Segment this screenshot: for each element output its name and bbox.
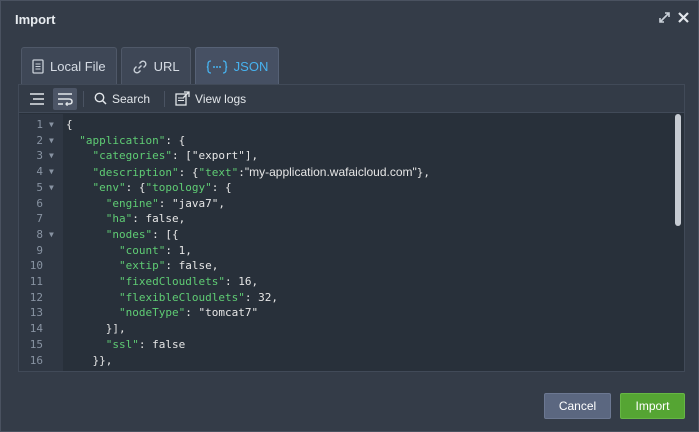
code-line: 11 "fixedCloudlets": 16,: [19, 274, 679, 290]
code-text: "extip": false,: [118, 259, 219, 273]
code-line: 4 ▼ "description": {"text":"my-applicatio…: [19, 164, 679, 180]
code-text: "nodeType": "tomcat7": [118, 306, 259, 320]
code-text: "application": {: [79, 133, 186, 147]
link-icon: [133, 59, 147, 74]
code-text: "nodes": [{: [105, 227, 179, 241]
code-line: 16 }},: [19, 353, 679, 369]
search-icon: [94, 92, 107, 105]
expand-icon[interactable]: [658, 11, 671, 24]
fold-toggle-icon[interactable]: ▼: [49, 164, 54, 180]
line-number: 9: [36, 243, 43, 257]
code-text: "fixedCloudlets": 16,: [118, 275, 259, 288]
line-number: 3: [36, 149, 43, 163]
close-icon[interactable]: [677, 11, 690, 24]
line-number: 11: [29, 275, 43, 288]
fold-toggle-icon[interactable]: ▼: [49, 148, 54, 164]
line-number: 2: [36, 133, 43, 147]
line-number: 8: [36, 227, 43, 241]
code-text: {: [66, 118, 73, 131]
line-number: 7: [36, 212, 43, 226]
tab-local-file-label: Local File: [50, 59, 106, 74]
format-button[interactable]: [25, 88, 49, 110]
import-button[interactable]: Import: [620, 393, 685, 419]
align-lines-icon: [30, 92, 44, 105]
line-number: 1: [36, 118, 43, 131]
view-logs-button-label: View logs: [195, 91, 247, 106]
code-line: 7 "ha": false,: [19, 211, 679, 227]
code-line: 2 ▼ "application": {: [19, 133, 679, 149]
code-line: 6 "engine": "java7",: [19, 196, 679, 212]
dialog-titlebar: Import: [1, 1, 698, 37]
cancel-button[interactable]: Cancel: [544, 393, 611, 419]
code-text: "count": 1,: [118, 243, 192, 257]
line-number: 14: [29, 322, 43, 336]
toolbar-divider: [83, 90, 84, 107]
json-braces-icon: [206, 59, 227, 74]
line-number: 10: [29, 259, 43, 273]
code-text: "engine": "java7",: [105, 196, 225, 210]
search-button[interactable]: Search: [90, 88, 154, 110]
code-line: 10 "extip": false,: [19, 258, 679, 274]
view-logs-button[interactable]: View logs: [171, 88, 250, 110]
line-number: 4: [36, 165, 43, 179]
line-number: 5: [36, 180, 43, 194]
line-number: 6: [36, 196, 43, 210]
code-line: 3 ▼ "categories": ["export"],: [19, 148, 679, 164]
code-line: 1 ▼ {: [19, 117, 679, 133]
code-text: }},: [66, 353, 113, 367]
code-text: "ha": false,: [105, 212, 186, 226]
code-area[interactable]: 1 ▼ {2 ▼ "application": { 3 ▼ "categories": […: [19, 114, 684, 371]
editor-toolbar: Search View logs: [19, 85, 684, 113]
import-source-tabs: Local File URL JSON: [21, 47, 280, 85]
wrap-lines-button[interactable]: [53, 87, 77, 110]
window-controls: [658, 11, 690, 24]
fold-toggle-icon[interactable]: ▼: [49, 227, 54, 243]
tab-json-label: JSON: [233, 59, 269, 74]
line-number: 15: [29, 337, 43, 351]
import-dialog: Import Local File URL JSON Search View l…: [0, 0, 699, 432]
line-number: 13: [29, 306, 43, 320]
code-line: 13 "nodeType": "tomcat7": [19, 305, 679, 321]
code-line: 12 "flexibleCloudlets": 32,: [19, 290, 679, 306]
line-number: 12: [29, 290, 43, 304]
dialog-title: Import: [15, 12, 56, 27]
document-icon: [32, 59, 44, 74]
code-text: "env": {"topology": {: [92, 180, 232, 194]
code-text: "ssl": false: [105, 337, 186, 351]
code-line: 14 }],: [19, 321, 679, 337]
tab-url-label: URL: [153, 59, 180, 74]
code-line: 15 "ssl": false: [19, 337, 679, 353]
wrap-lines-icon: [58, 92, 73, 106]
json-editor: Search View logs 1 ▼{2 ▼ "application": {3…: [18, 84, 685, 372]
search-button-label: Search: [112, 91, 151, 106]
tab-local-file[interactable]: Local File: [21, 47, 117, 85]
code-line: 8 ▼ "nodes": [{: [19, 227, 679, 243]
view-logs-icon: [175, 91, 190, 106]
toolbar-divider: [164, 90, 166, 107]
line-number: 16: [29, 353, 43, 367]
tab-url[interactable]: URL: [120, 47, 191, 85]
code-text: "description": {"text":"my-application.w…: [92, 165, 431, 180]
fold-toggle-icon[interactable]: ▼: [49, 133, 54, 149]
code-text: "flexibleCloudlets": 32,: [118, 290, 278, 304]
editor-scrollbar[interactable]: [675, 114, 681, 226]
code-line: 9 "count": 1,: [19, 243, 679, 259]
tab-json[interactable]: JSON: [194, 47, 280, 85]
code-text: "categories": ["export"],: [92, 149, 259, 163]
fold-toggle-icon[interactable]: ▼: [49, 117, 54, 133]
code-line: 5 ▼ "env": {"topology": {: [19, 180, 679, 196]
fold-toggle-icon[interactable]: ▼: [49, 180, 54, 196]
code-text: }],: [66, 322, 126, 336]
